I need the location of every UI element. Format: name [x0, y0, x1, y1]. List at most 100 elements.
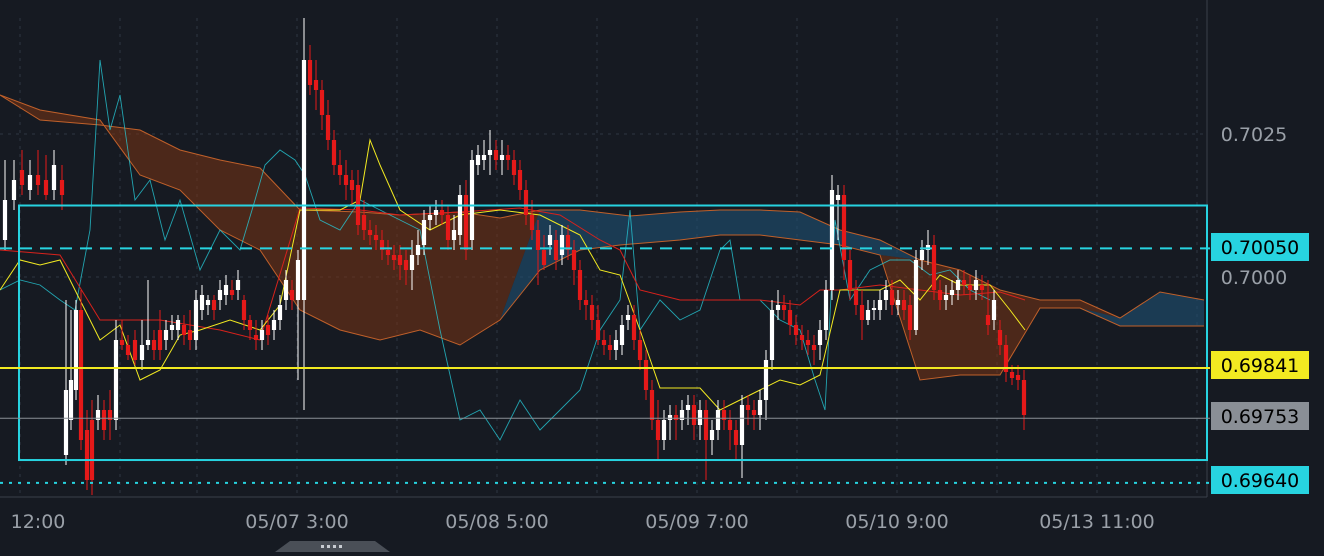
candle-body	[847, 260, 853, 290]
scroll-handle[interactable]	[275, 541, 390, 552]
candle-body	[733, 430, 739, 445]
candle-body	[769, 310, 775, 360]
candle-body	[415, 245, 421, 255]
candle-body	[337, 165, 343, 175]
candle-body	[619, 325, 625, 345]
candle-body	[655, 420, 661, 440]
candle-body	[101, 410, 107, 430]
candle-body	[119, 340, 125, 345]
candle-body	[11, 180, 17, 200]
candle-body	[895, 300, 901, 305]
candle-body	[697, 410, 703, 425]
y-tick-label: 0.7000	[1221, 267, 1287, 289]
candle-body	[139, 345, 145, 360]
candle-body	[427, 215, 433, 220]
candle-body	[871, 308, 877, 310]
candle-body	[481, 155, 487, 160]
candle-body	[295, 260, 301, 300]
candle-body	[811, 345, 817, 350]
candle-body	[349, 180, 355, 190]
candle-body	[763, 360, 769, 400]
candle-body	[505, 155, 511, 160]
candle-body	[289, 290, 295, 300]
candle-body	[931, 245, 937, 290]
candle-body	[63, 390, 69, 455]
candle-body	[961, 280, 967, 285]
x-tick-label: 05/13 11:00	[1039, 511, 1155, 533]
candle-body	[181, 325, 187, 335]
price-tag-label: 0.69640	[1221, 470, 1300, 492]
candle-body	[391, 255, 397, 260]
candle-body	[883, 290, 889, 300]
candle-body	[973, 280, 979, 290]
candle-body	[439, 210, 445, 215]
candle-body	[319, 90, 325, 115]
candle-body	[667, 415, 673, 420]
candle-body	[247, 320, 253, 330]
candle-body	[271, 320, 277, 330]
candle-body	[787, 310, 793, 325]
candle-body	[823, 290, 829, 330]
candle-body	[35, 175, 41, 185]
candle-body	[673, 415, 679, 420]
candle-body	[637, 340, 643, 360]
price-tag-label: 0.69753	[1221, 406, 1300, 428]
candle-body	[913, 260, 919, 330]
x-tick-label: 05/08 5:00	[445, 511, 548, 533]
candle-body	[361, 215, 367, 230]
candle-body	[241, 300, 247, 320]
candle-body	[277, 305, 283, 320]
candle-body	[985, 315, 991, 325]
candle-body	[193, 300, 199, 340]
candle-body	[433, 210, 439, 215]
candle-body	[613, 340, 619, 350]
candle-body	[19, 170, 25, 185]
candle-body	[487, 150, 493, 155]
y-tick-label: 0.7025	[1221, 124, 1287, 146]
candle-body	[1009, 372, 1015, 378]
candle-body	[151, 340, 157, 350]
candle-body	[187, 330, 193, 340]
candle-body	[535, 230, 541, 250]
price-chart[interactable]: 0.7025 0.7000 12:00 05/07 3:00 05/08 5:0…	[0, 0, 1324, 552]
candle-body	[253, 335, 259, 340]
candle-body	[799, 335, 805, 340]
candle-body	[51, 165, 57, 190]
candle-body	[739, 405, 745, 445]
candle-body	[583, 300, 589, 305]
candle-body	[463, 195, 469, 250]
candle-body	[877, 300, 883, 310]
candle-body	[547, 235, 553, 245]
candle-body	[89, 420, 95, 480]
candle-body	[59, 180, 65, 195]
candle-body	[421, 220, 427, 245]
candle-body	[967, 285, 973, 290]
price-tag-label: 0.70050	[1221, 237, 1300, 259]
candle-body	[553, 240, 559, 260]
candle-body	[229, 290, 235, 295]
candle-body	[125, 345, 131, 355]
price-tag-label: 0.69841	[1221, 355, 1300, 377]
candle-body	[949, 290, 955, 295]
candle-body	[1015, 375, 1021, 380]
candle-body	[445, 215, 451, 240]
candle-body	[84, 430, 90, 480]
candle-body	[793, 325, 799, 335]
candle-body	[577, 270, 583, 300]
candle-body	[625, 315, 631, 320]
candle-body	[979, 285, 985, 290]
candle-body	[835, 195, 841, 200]
candle-body	[331, 140, 337, 165]
x-tick-label: 05/09 7:00	[645, 511, 748, 533]
candle-body	[541, 250, 547, 265]
chart-container: 0.7025 0.7000 12:00 05/07 3:00 05/08 5:0…	[0, 0, 1324, 552]
candle-body	[217, 290, 223, 300]
background	[0, 0, 1324, 552]
candle-body	[2, 200, 8, 240]
candle-body	[595, 320, 601, 340]
candle-body	[211, 300, 217, 310]
candle-body	[343, 175, 349, 185]
candle-body	[78, 310, 84, 440]
candle-body	[589, 305, 595, 320]
candle-body	[523, 190, 529, 215]
